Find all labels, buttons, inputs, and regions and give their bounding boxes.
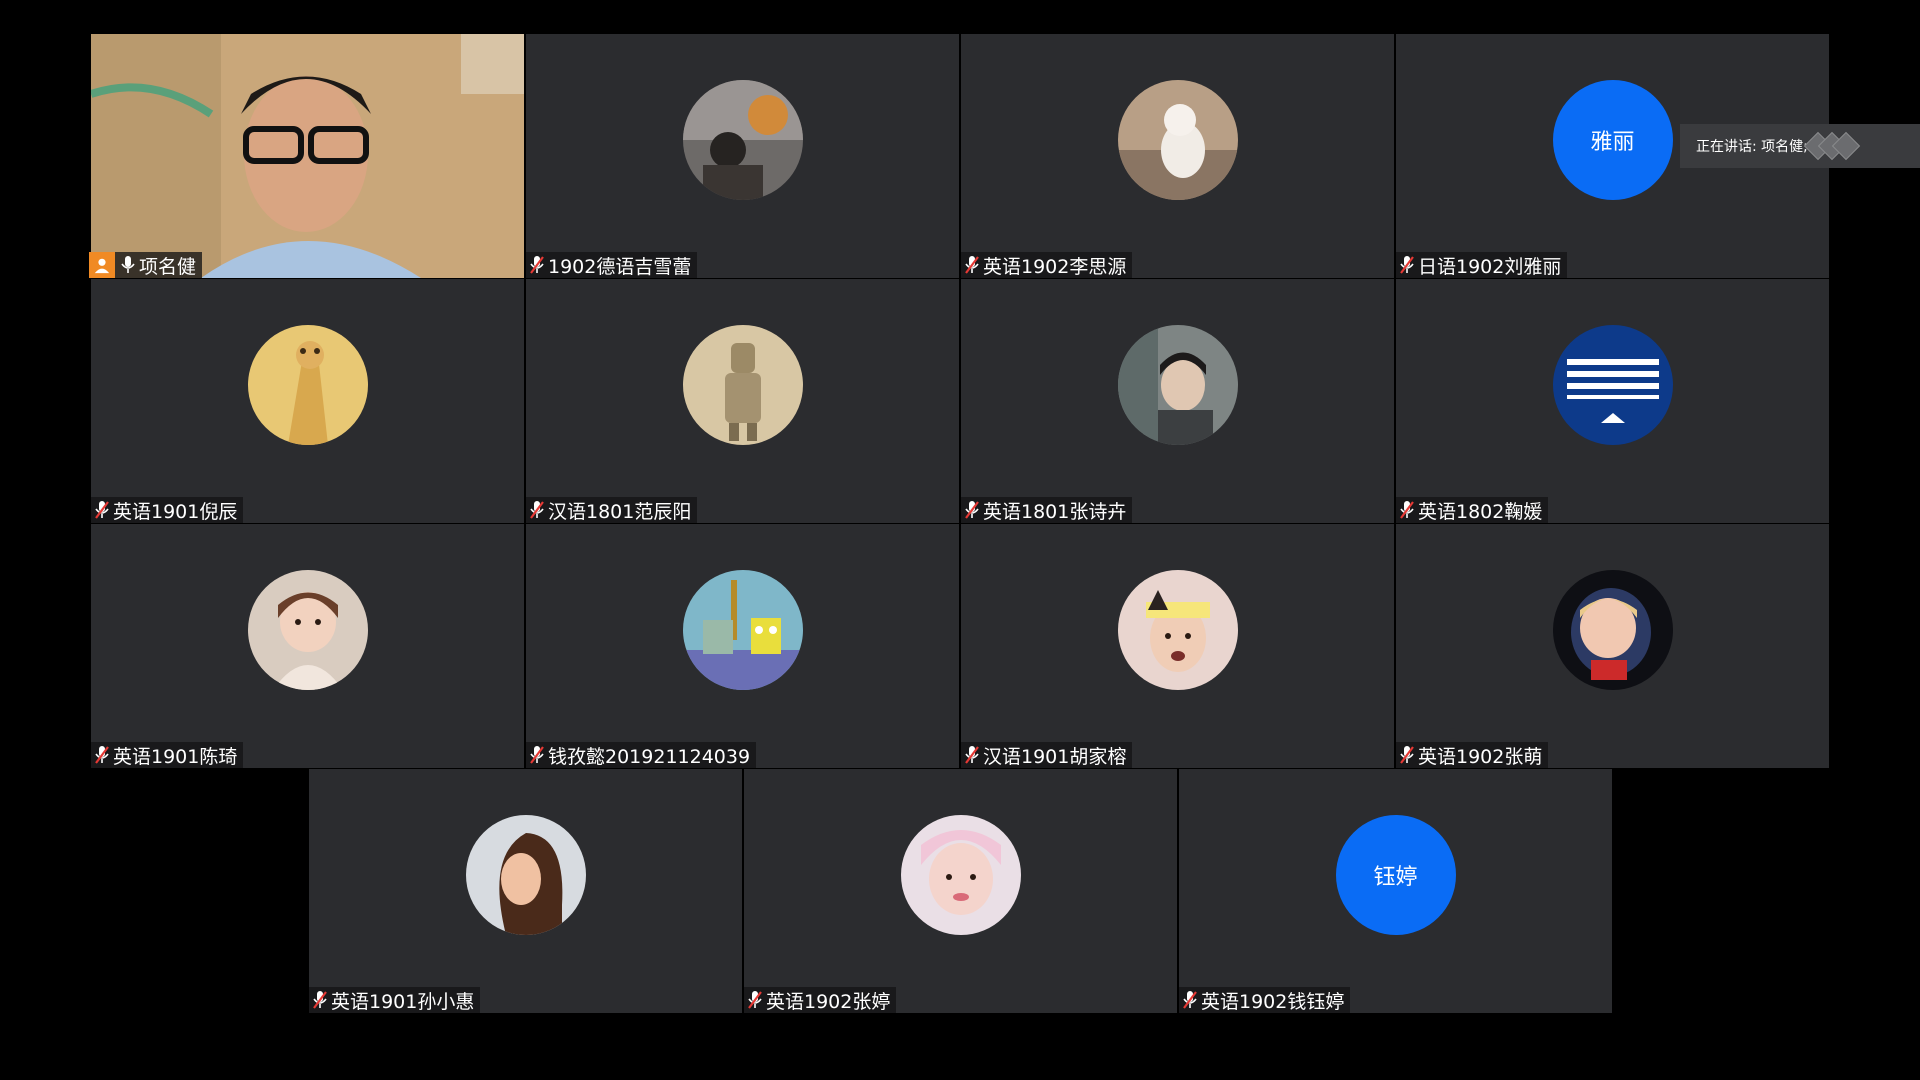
gallery-row: 项名健 1902德语吉雪蕾 英语1902李思源 雅丽 日语1902刘雅丽 bbox=[0, 34, 1920, 278]
avatar bbox=[465, 815, 586, 935]
mic-muted-icon bbox=[311, 989, 329, 1011]
avatar bbox=[682, 325, 803, 445]
mic-muted-icon bbox=[963, 499, 981, 521]
avatar bbox=[1552, 325, 1673, 445]
participant-name-tag: 英语1901陈琦 bbox=[91, 742, 244, 768]
participant-name-tag: 英语1902张婷 bbox=[744, 987, 897, 1013]
avatar bbox=[682, 570, 803, 690]
participant-name: 项名健 bbox=[139, 255, 197, 278]
video-tile[interactable]: 1902德语吉雪蕾 bbox=[526, 34, 959, 278]
participant-name-tag: 钱孜懿201921124039 bbox=[526, 742, 757, 768]
mic-muted-icon bbox=[1398, 744, 1416, 766]
participant-name-tag: 日语1902刘雅丽 bbox=[1396, 252, 1568, 278]
host-video bbox=[91, 34, 524, 278]
mic-muted-icon bbox=[93, 744, 111, 766]
participant-name-tag: 1902德语吉雪蕾 bbox=[526, 252, 698, 278]
participant-name: 钱孜懿201921124039 bbox=[548, 745, 751, 768]
participant-name: 英语1802鞠媛 bbox=[1418, 500, 1543, 523]
mic-icon bbox=[119, 254, 137, 276]
video-tile[interactable]: 英语1901倪辰 bbox=[91, 279, 524, 523]
avatar bbox=[1117, 570, 1238, 690]
video-tile[interactable]: 英语1902张婷 bbox=[744, 769, 1177, 1013]
participant-name-tag: 英语1802鞠媛 bbox=[1396, 497, 1549, 523]
participant-name: 英语1902李思源 bbox=[983, 255, 1127, 278]
participant-name: 英语1902张婷 bbox=[766, 990, 891, 1013]
mic-muted-icon bbox=[528, 499, 546, 521]
gallery-row: 英语1901陈琦 钱孜懿201921124039 汉语1901胡家榕 英语190… bbox=[0, 524, 1920, 768]
mic-muted-icon bbox=[1398, 499, 1416, 521]
video-tile[interactable]: 英语1902李思源 bbox=[961, 34, 1394, 278]
video-tile[interactable]: 汉语1901胡家榕 bbox=[961, 524, 1394, 768]
avatar-initials: 钰婷 bbox=[1335, 815, 1456, 935]
participant-name-tag: 英语1901倪辰 bbox=[91, 497, 244, 523]
mic-muted-icon bbox=[1181, 989, 1199, 1011]
mic-muted-icon bbox=[963, 254, 981, 276]
participant-name: 英语1801张诗卉 bbox=[983, 500, 1127, 523]
video-tile[interactable]: 英语1901孙小惠 bbox=[309, 769, 742, 1013]
active-speaker-label: 正在讲话: 项名健; bbox=[1696, 139, 1808, 155]
participant-name: 日语1902刘雅丽 bbox=[1418, 255, 1562, 278]
participant-name-tag: 英语1902李思源 bbox=[961, 252, 1133, 278]
video-tile-host[interactable]: 项名健 bbox=[89, 34, 524, 278]
video-tile[interactable]: 英语1901陈琦 bbox=[91, 524, 524, 768]
participant-name: 英语1902张萌 bbox=[1418, 745, 1543, 768]
participant-name-tag: 英语1902张萌 bbox=[1396, 742, 1549, 768]
participant-name: 英语1901孙小惠 bbox=[331, 990, 475, 1013]
mic-muted-icon bbox=[528, 254, 546, 276]
participant-name: 英语1901倪辰 bbox=[113, 500, 238, 523]
participant-name-tag: 英语1902钱钰婷 bbox=[1179, 987, 1351, 1013]
participant-name: 英语1901陈琦 bbox=[113, 745, 238, 768]
avatar bbox=[247, 325, 368, 445]
participant-name-tag: 英语1801张诗卉 bbox=[961, 497, 1133, 523]
avatar bbox=[900, 815, 1021, 935]
video-tile[interactable]: 汉语1801范辰阳 bbox=[526, 279, 959, 523]
participant-name: 汉语1901胡家榕 bbox=[983, 745, 1127, 768]
video-tile[interactable]: 英语1802鞠媛 bbox=[1396, 279, 1829, 523]
gallery-row: 英语1901孙小惠 英语1902张婷 钰婷 英语1902钱钰婷 bbox=[0, 769, 1920, 1013]
avatar bbox=[682, 80, 803, 200]
participant-name: 1902德语吉雪蕾 bbox=[548, 255, 692, 278]
participant-name: 汉语1801范辰阳 bbox=[548, 500, 692, 523]
avatar bbox=[247, 570, 368, 690]
avatar bbox=[1552, 570, 1673, 690]
avatar bbox=[1117, 80, 1238, 200]
mic-muted-icon bbox=[746, 989, 764, 1011]
participant-name-tag: 英语1901孙小惠 bbox=[309, 987, 481, 1013]
participant-name-tag: 汉语1801范辰阳 bbox=[526, 497, 698, 523]
speaker-avatars-icon bbox=[1803, 131, 1861, 161]
mic-muted-icon bbox=[93, 499, 111, 521]
avatar-initials: 雅丽 bbox=[1552, 80, 1673, 200]
meeting-gallery-view: 项名健 1902德语吉雪蕾 英语1902李思源 雅丽 日语1902刘雅丽 英语1… bbox=[0, 0, 1920, 1080]
mic-muted-icon bbox=[963, 744, 981, 766]
participant-name-tag: 汉语1901胡家榕 bbox=[961, 742, 1133, 768]
video-tile[interactable]: 英语1801张诗卉 bbox=[961, 279, 1394, 523]
video-tile[interactable]: 钰婷 英语1902钱钰婷 bbox=[1179, 769, 1612, 1013]
host-icon bbox=[89, 252, 115, 278]
participant-name-tag: 项名健 bbox=[89, 252, 203, 278]
mic-muted-icon bbox=[1398, 254, 1416, 276]
video-tile[interactable]: 钱孜懿201921124039 bbox=[526, 524, 959, 768]
avatar bbox=[1117, 325, 1238, 445]
active-speaker-indicator: 正在讲话: 项名健; bbox=[1680, 124, 1920, 168]
video-tile[interactable]: 英语1902张萌 bbox=[1396, 524, 1829, 768]
participant-name: 英语1902钱钰婷 bbox=[1201, 990, 1345, 1013]
mic-muted-icon bbox=[528, 744, 546, 766]
gallery-row: 英语1901倪辰 汉语1801范辰阳 英语1801张诗卉 英语1802鞠媛 bbox=[0, 279, 1920, 523]
